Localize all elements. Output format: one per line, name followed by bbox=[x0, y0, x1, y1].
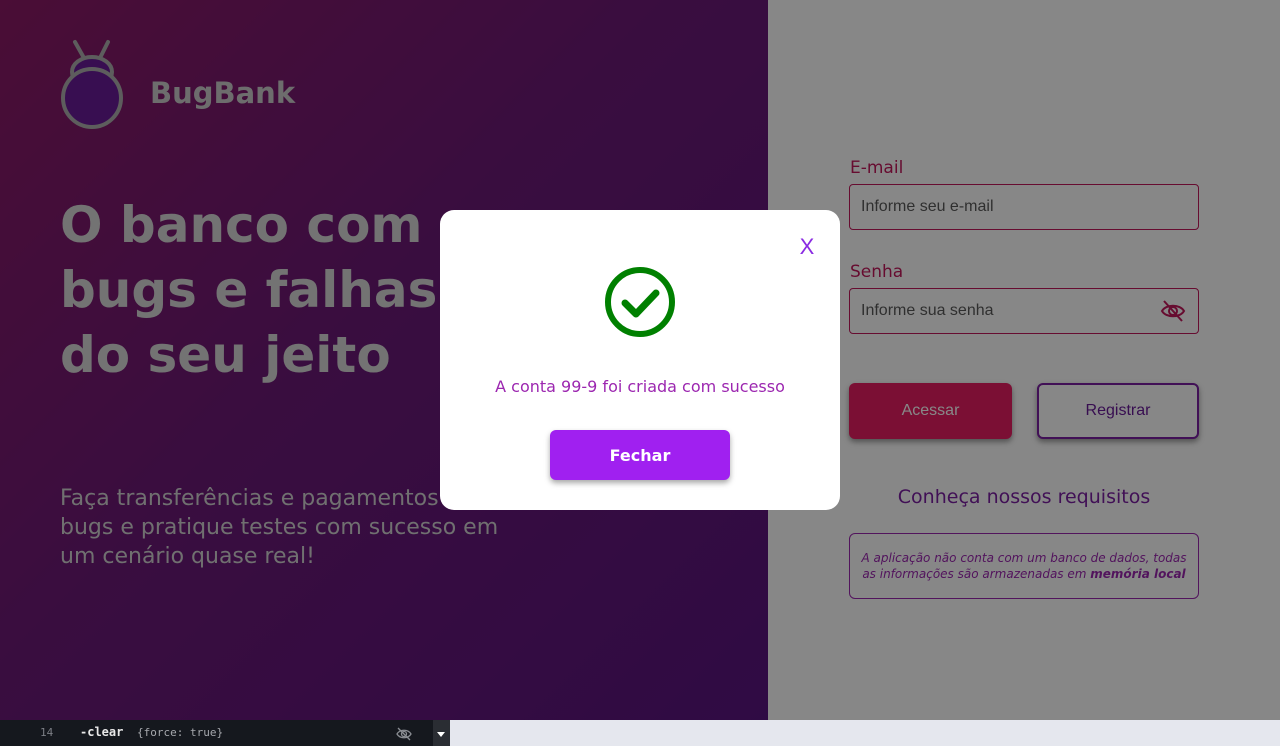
modal-message: A conta 99-9 foi criada com sucesso bbox=[495, 377, 785, 396]
chevron-down-icon bbox=[437, 732, 445, 737]
success-modal: X A conta 99-9 foi criada com sucesso Fe… bbox=[440, 210, 840, 510]
command-name: -clear bbox=[80, 725, 124, 739]
close-icon[interactable]: X bbox=[796, 234, 818, 260]
dropdown-toggle[interactable] bbox=[433, 720, 450, 746]
close-button[interactable]: Fechar bbox=[550, 430, 730, 480]
line-number: 14 bbox=[40, 726, 54, 739]
command-log-bar: 14 -clear {force: true} bbox=[0, 720, 450, 746]
success-check-icon bbox=[605, 267, 675, 337]
eye-slash-icon[interactable] bbox=[396, 726, 412, 742]
command-args: {force: true} bbox=[137, 726, 224, 739]
